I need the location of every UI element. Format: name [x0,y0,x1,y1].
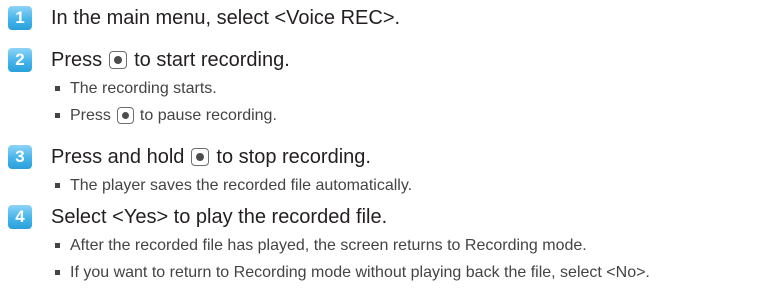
bullet-mark [55,113,60,118]
step-4-text: Select <Yes> to play the recorded file. [51,205,388,228]
bullet-mark [55,270,60,275]
record-dot [121,112,129,119]
step-2: 2 Press to start recording. The recordin… [0,45,762,129]
step-2-heading: 2 Press to start recording. [0,45,762,75]
bullet-mark [55,183,60,188]
list-item: After the recorded file has played, the … [0,232,762,259]
step-2-text: Press to start recording. [51,49,290,72]
step-1: 1 In the main menu, select <Voice REC>. [0,3,762,33]
step-3-text: Press and hold to stop recording. [51,146,371,169]
bullet-mark [55,243,60,248]
step-2-text-after: to start recording. [134,48,290,71]
step-4-bullets: After the recorded file has played, the … [0,232,762,286]
bullet-text-after: to pause recording. [139,106,277,124]
step-3-text-after: to stop recording. [216,145,371,168]
list-item: The recording starts. [0,75,762,102]
list-item: The player saves the recorded file autom… [0,172,762,199]
step-1-heading: 1 In the main menu, select <Voice REC>. [0,3,762,33]
record-button-icon [116,107,134,124]
step-3-bullets: The player saves the recorded file autom… [0,172,762,199]
step-number-badge: 1 [8,6,32,30]
step-3-heading: 3 Press and hold to stop recording. [0,142,762,172]
step-2-bullets: The recording starts. Press to pause rec… [0,75,762,129]
bullet-mark [55,86,60,91]
record-dot [114,56,123,64]
step-number-badge: 2 [8,48,32,72]
step-1-text: In the main menu, select <Voice REC>. [51,6,401,29]
step-number-badge: 3 [8,145,32,169]
instruction-page: 1 In the main menu, select <Voice REC>. … [0,0,762,292]
record-button-icon [191,148,210,166]
step-4-heading: 4 Select <Yes> to play the recorded file… [0,202,762,232]
list-item: If you want to return to Recording mode … [0,259,762,286]
bullet-text-before: Press [70,106,111,124]
step-2-text-before: Press [51,48,103,71]
step-3: 3 Press and hold to stop recording. The … [0,142,762,199]
bullet-text: If you want to return to Recording mode … [70,263,650,281]
step-4: 4 Select <Yes> to play the recorded file… [0,202,762,286]
bullet-text: The recording starts. [70,79,217,97]
bullet-text: After the recorded file has played, the … [70,236,587,254]
step-number-badge: 4 [8,205,32,229]
bullet-text: The player saves the recorded file autom… [70,176,413,194]
step-3-text-before: Press and hold [51,145,185,168]
record-dot [196,153,205,161]
record-button-icon [109,51,128,69]
list-item: Press to pause recording. [0,102,762,129]
